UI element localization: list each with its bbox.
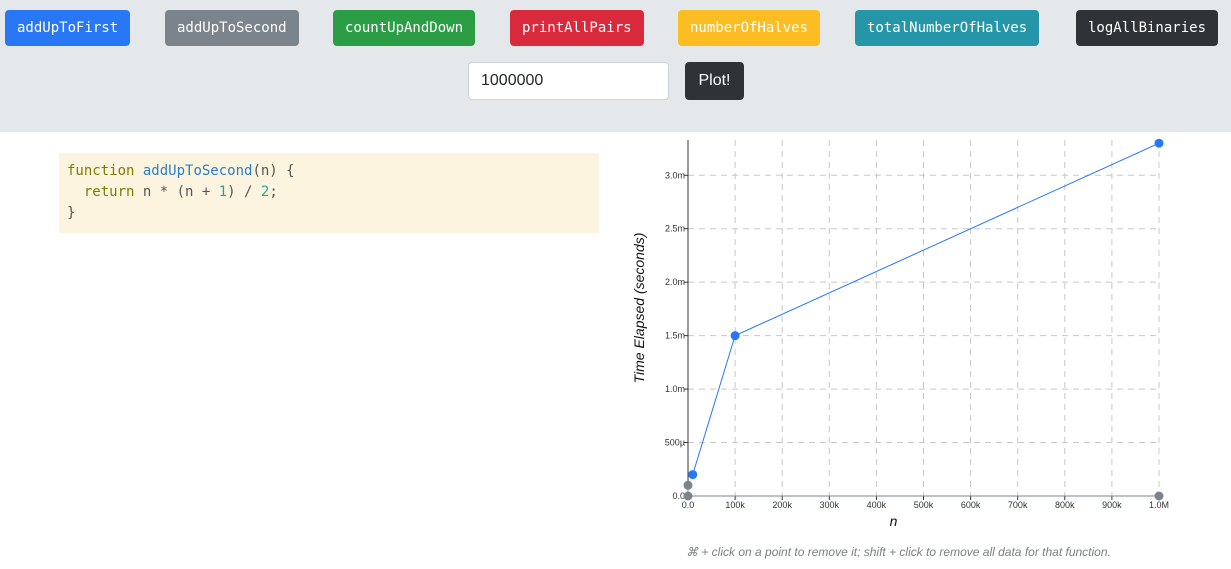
data-point[interactable] [730,331,740,341]
plot-button[interactable]: Plot! [685,62,744,100]
code-closing-brace: } [67,205,76,221]
x-tick-label: 800k [1055,500,1075,510]
x-tick-label: 600k [961,500,981,510]
y-tick-label: 2.5m [665,224,685,234]
control-bar: addUpToFirst addUpToSecond countUpAndDow… [0,0,1231,132]
n-input[interactable] [468,62,669,100]
y-tick-label: 2.0m [665,277,685,287]
logAllBinaries-button[interactable]: logAllBinaries [1076,10,1219,46]
remove-point-hint: ⌘ + click on a point to remove it; shift… [686,545,1111,559]
y-axis-label: Time Elapsed (seconds) [631,233,647,384]
y-tick-label: 1.0m [665,384,685,394]
code-params: (n) { [252,163,295,179]
code-block: function addUpToSecond(n) { return n * (… [59,153,599,233]
code-expr-mid: ) / [227,184,261,200]
data-point[interactable] [688,470,698,480]
x-tick-label: 200k [772,500,792,510]
x-tick-label: 1.0M [1149,500,1169,510]
data-point[interactable] [683,491,693,501]
x-tick-label: 400k [867,500,887,510]
totalNumberOfHalves-button[interactable]: totalNumberOfHalves [855,10,1040,46]
series-line [692,142,1160,475]
printAllPairs-button[interactable]: printAllPairs [510,10,644,46]
addUpToSecond-button[interactable]: addUpToSecond [165,10,299,46]
x-tick-label: 0.0 [682,500,695,510]
addUpToFirst-button[interactable]: addUpToFirst [5,10,131,46]
code-number-one: 1 [218,184,228,200]
code-expr-end: ; [269,184,278,200]
x-tick-label: 700k [1008,500,1028,510]
code-keyword-return: return [83,184,135,200]
x-tick-label: 300k [820,500,840,510]
data-point[interactable] [1154,491,1164,501]
code-expr-before: n * (n + [134,184,219,200]
y-tick-label: 500µ [665,438,685,448]
x-tick-label: 900k [1102,500,1122,510]
countUpAndDown-button[interactable]: countUpAndDown [333,10,476,46]
y-tick-label: 0.0 [672,491,685,501]
x-tick-label: 500k [914,500,934,510]
timing-chart: 0.0 100k 200k 300k 400k 500k 600k 700k 800k 900k 1… [631,138,1169,529]
data-point[interactable] [683,480,693,490]
numberOfHalves-button[interactable]: numberOfHalves [678,10,821,46]
x-axis-label: n [890,513,898,529]
code-function-name: addUpToSecond [142,163,253,179]
code-keyword-function: function [67,163,135,179]
y-tick-label: 1.5m [665,331,685,341]
y-tick-label: 3.0m [665,170,685,180]
data-point[interactable] [1154,138,1164,148]
x-tick-label: 100k [725,500,745,510]
